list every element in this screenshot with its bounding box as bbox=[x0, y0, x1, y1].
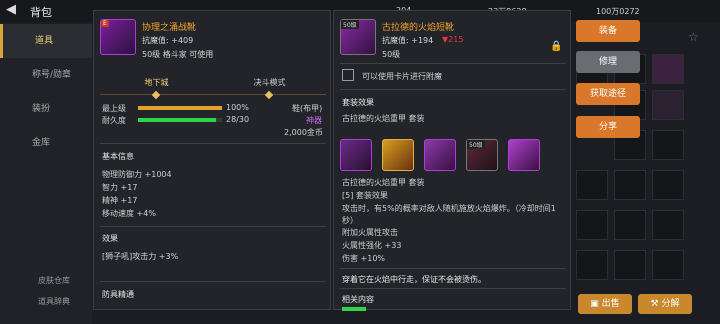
inventory-slot[interactable] bbox=[652, 130, 684, 160]
item-name: 古拉德的火焰短靴 bbox=[382, 23, 455, 33]
inventory-slot[interactable] bbox=[576, 210, 608, 240]
set-attr: 伤害 +10% bbox=[342, 254, 386, 263]
item-resist: 抗魔值: +409 bbox=[142, 36, 194, 45]
set-piece-icon[interactable] bbox=[382, 139, 414, 171]
star-icon[interactable]: ☆ bbox=[688, 30, 699, 44]
set-name-2: 古拉德的火焰重甲 套装 bbox=[342, 178, 425, 187]
share-button[interactable]: 分享 bbox=[576, 116, 640, 138]
set-attr: 附加火属性攻击 bbox=[342, 228, 398, 237]
set-description: 攻击时，有5%的概率对敌人随机施放火焰爆炸。（冷却时间1秒） bbox=[342, 204, 556, 225]
durability-label: 耐久度 bbox=[102, 116, 126, 125]
item-dictionary-link[interactable]: 道具辞典 bbox=[38, 296, 70, 307]
max-level-value: 100% bbox=[226, 103, 249, 112]
related-title: 相关内容 bbox=[342, 295, 374, 304]
durability-value: 28/30 bbox=[226, 115, 250, 124]
divider bbox=[340, 89, 566, 90]
inventory-slot[interactable] bbox=[614, 210, 646, 240]
item-icon: 50级 bbox=[340, 19, 376, 55]
item-resist-diff: ▼215 bbox=[442, 35, 464, 44]
card-checkbox[interactable] bbox=[342, 69, 354, 81]
divider bbox=[340, 63, 566, 64]
divider bbox=[100, 143, 326, 144]
sidebar-item-vault[interactable]: 金库 bbox=[0, 126, 92, 160]
disassemble-icon: ⚒ bbox=[650, 299, 662, 309]
sidebar-item-items[interactable]: 道具 bbox=[0, 24, 92, 58]
tab-indicator bbox=[151, 90, 161, 100]
set-count: [5] 套装效果 bbox=[342, 191, 388, 200]
mode-tabs: 地下城 决斗模式 bbox=[100, 73, 326, 100]
obtain-button[interactable]: 获取途径 bbox=[576, 83, 640, 105]
disassemble-button[interactable]: ⚒ 分解 bbox=[638, 294, 692, 314]
flavor-text: 穿着它在火焰中行走，保证不会被烫伤。 bbox=[342, 275, 486, 284]
item-resist: 抗魔值: +194 bbox=[382, 36, 434, 45]
stat-line: 精神 +17 bbox=[102, 196, 138, 205]
disassemble-label: 分解 bbox=[661, 299, 680, 309]
divider bbox=[100, 226, 326, 227]
inventory-slot[interactable] bbox=[576, 170, 608, 200]
set-piece-icon[interactable] bbox=[340, 139, 372, 171]
inventory-slot[interactable] bbox=[614, 250, 646, 280]
divider bbox=[340, 268, 566, 269]
sell-button[interactable]: ▣ 出售 bbox=[578, 294, 632, 314]
repair-button[interactable]: 修理 bbox=[576, 51, 640, 73]
item-level-badge: 50级 bbox=[341, 20, 359, 29]
set-attr: 火属性强化 +33 bbox=[342, 241, 402, 250]
item-name: 协理之涌战靴 bbox=[142, 23, 197, 33]
effect-text: [狮子吼]攻击力 +3% bbox=[102, 252, 179, 261]
sidebar-item-titles[interactable]: 称号/勋章 bbox=[0, 58, 92, 92]
currency-3: 100万0272 bbox=[596, 7, 640, 16]
equipped-item-tooltip: E 协理之涌战靴 抗魔值: +409 50级 格斗家 可使用 地下城 决斗模式 … bbox=[93, 10, 331, 310]
tab-duel[interactable]: 决斗模式 bbox=[213, 77, 326, 88]
set-name: 古拉德的火焰重甲 套装 bbox=[342, 114, 425, 123]
tab-dungeon[interactable]: 地下城 bbox=[100, 77, 213, 88]
compare-item-tooltip: 50级 古拉德的火焰短靴 抗魔值: +194 ▼215 50级 🔒 可以使用卡片… bbox=[333, 10, 571, 311]
stat-line: 智力 +17 bbox=[102, 183, 138, 192]
durability-bar-fill bbox=[138, 118, 217, 122]
mastery-title: 防具精通 bbox=[102, 290, 134, 299]
equip-button[interactable]: 装备 bbox=[576, 20, 640, 42]
item-level: 50级 bbox=[382, 50, 401, 59]
inventory-slot[interactable] bbox=[614, 170, 646, 200]
lock-icon[interactable]: 🔒 bbox=[550, 41, 562, 52]
set-piece-icon[interactable]: 50级 bbox=[466, 139, 498, 171]
related-tag[interactable] bbox=[342, 307, 366, 311]
divider bbox=[100, 281, 326, 282]
card-enchant-label: 可以使用卡片进行附魔 bbox=[362, 72, 442, 81]
basic-info-title: 基本信息 bbox=[102, 152, 134, 161]
page-title: 背包 bbox=[30, 6, 52, 19]
durability-bar bbox=[138, 118, 222, 122]
sell-label: 出售 bbox=[601, 299, 620, 309]
sidebar-item-outfit[interactable]: 装扮 bbox=[0, 92, 92, 126]
item-rarity: 神器 bbox=[306, 116, 322, 125]
max-level-bar-fill bbox=[138, 106, 222, 110]
max-level-label: 最上级 bbox=[102, 104, 126, 113]
inventory-slot[interactable] bbox=[652, 210, 684, 240]
item-info: 50级 格斗家 可使用 bbox=[142, 50, 214, 59]
item-price: 2,000金币 bbox=[284, 128, 323, 137]
sidebar: 道具 称号/勋章 装扮 金库 皮肤仓库 道具辞典 bbox=[0, 24, 92, 324]
item-icon: E bbox=[100, 19, 136, 55]
set-piece-icon[interactable] bbox=[508, 139, 540, 171]
inventory-slot[interactable] bbox=[652, 170, 684, 200]
max-level-bar bbox=[138, 106, 222, 110]
back-arrow-icon[interactable]: ◀ bbox=[6, 2, 16, 17]
inventory-slot[interactable] bbox=[576, 250, 608, 280]
inventory-slot[interactable] bbox=[652, 54, 684, 84]
set-piece-icon[interactable] bbox=[424, 139, 456, 171]
inventory-slot[interactable] bbox=[652, 250, 684, 280]
set-effect-title: 套装效果 bbox=[342, 98, 374, 107]
set-piece-level-badge: 50级 bbox=[467, 140, 485, 149]
item-grade-badge: E bbox=[101, 20, 109, 27]
skin-storage-link[interactable]: 皮肤仓库 bbox=[38, 275, 70, 286]
stat-line: 物理防御力 +1004 bbox=[102, 170, 172, 179]
tab-indicator bbox=[264, 90, 274, 100]
effect-title: 效果 bbox=[102, 234, 118, 243]
item-type: 鞋(布甲) bbox=[292, 104, 323, 113]
inventory-slot[interactable] bbox=[652, 90, 684, 120]
divider bbox=[340, 288, 566, 289]
sell-icon: ▣ bbox=[590, 299, 602, 309]
stat-line: 移动速度 +4% bbox=[102, 209, 156, 218]
